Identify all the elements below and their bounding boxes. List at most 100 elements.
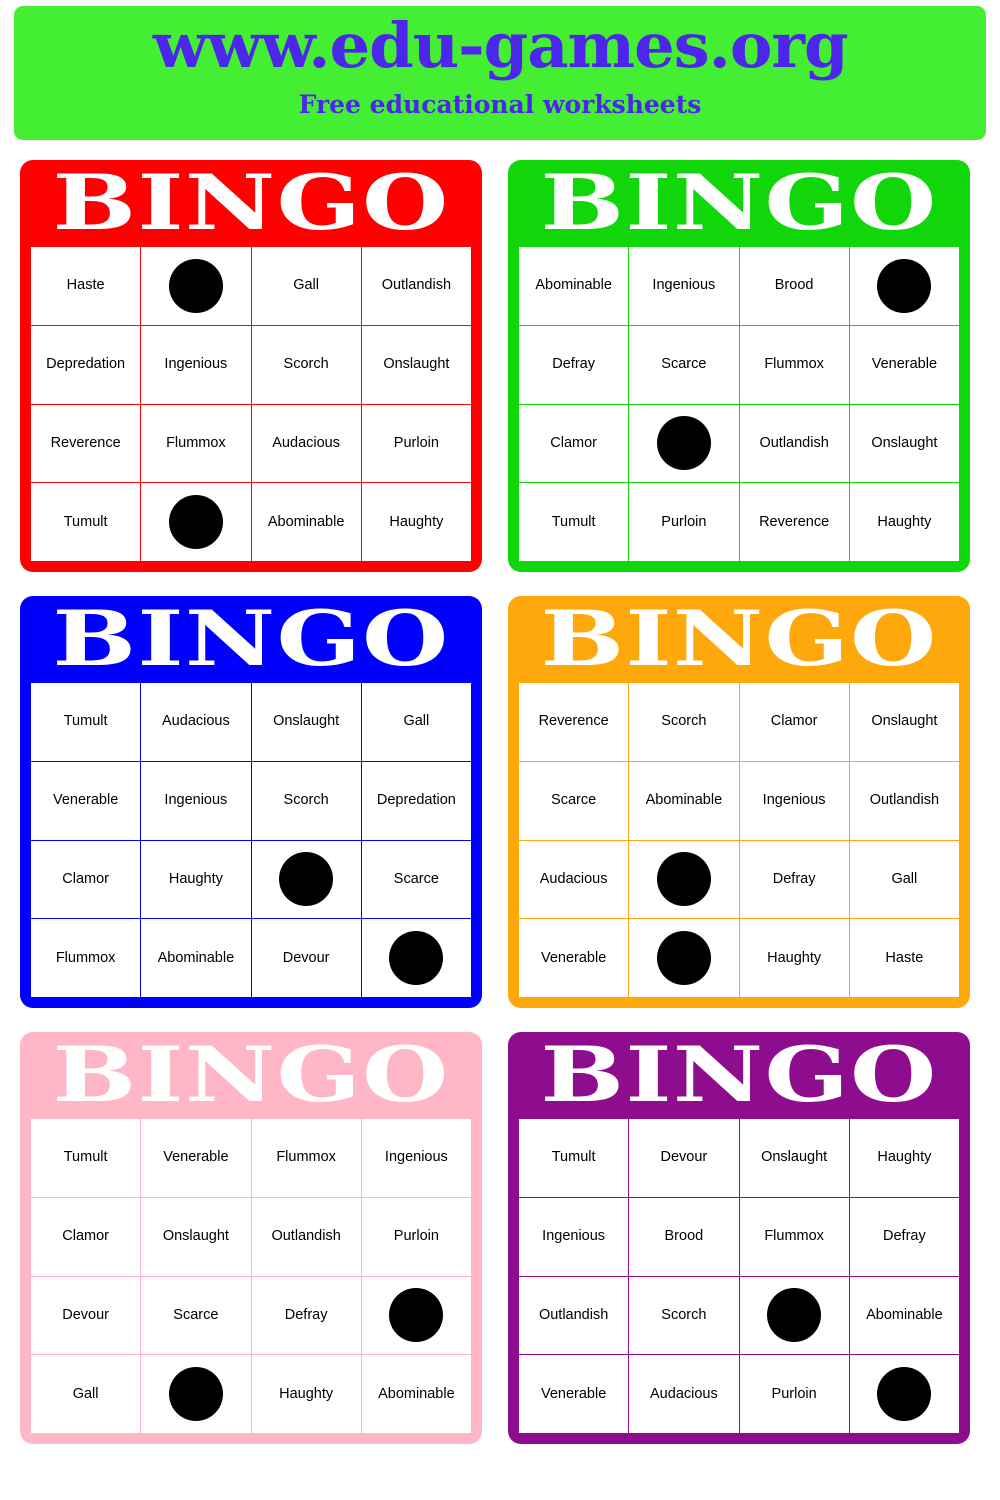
bingo-cell[interactable]: Outlandish — [251, 1197, 361, 1276]
bingo-cell[interactable]: Outlandish — [361, 247, 471, 325]
free-space-cell[interactable] — [629, 919, 739, 997]
bingo-cell[interactable]: Gall — [361, 683, 471, 761]
bingo-cell[interactable]: Purloin — [629, 483, 739, 561]
bingo-cell[interactable]: Clamor — [519, 404, 629, 483]
bingo-cell[interactable]: Outlandish — [849, 761, 959, 840]
bingo-cell[interactable]: Abominable — [251, 483, 361, 561]
bingo-cell[interactable]: Scorch — [251, 325, 361, 404]
bingo-cell[interactable]: Tumult — [31, 1119, 141, 1197]
bingo-cell[interactable]: Scarce — [141, 1276, 251, 1355]
bingo-cell[interactable]: Tumult — [31, 683, 141, 761]
bingo-cell[interactable]: Ingenious — [519, 1197, 629, 1276]
bingo-cell[interactable]: Onslaught — [849, 404, 959, 483]
bingo-cell[interactable]: Venerable — [519, 919, 629, 997]
bingo-cell[interactable]: Outlandish — [739, 404, 849, 483]
bingo-cell[interactable]: Clamor — [739, 683, 849, 761]
bingo-cell[interactable]: Scorch — [629, 1276, 739, 1355]
bingo-cell[interactable]: Abominable — [361, 1355, 471, 1433]
bingo-cell-label: Flummox — [276, 1149, 336, 1166]
bingo-cell[interactable]: Purloin — [739, 1355, 849, 1433]
bingo-cell[interactable]: Ingenious — [141, 325, 251, 404]
bingo-cell[interactable]: Audacious — [629, 1355, 739, 1433]
bingo-cell[interactable]: Audacious — [141, 683, 251, 761]
bingo-cell[interactable]: Haughty — [251, 1355, 361, 1433]
free-space-cell[interactable] — [739, 1276, 849, 1355]
bingo-cell[interactable]: Defray — [849, 1197, 959, 1276]
free-space-cell[interactable] — [849, 247, 959, 325]
bingo-cell[interactable]: Haughty — [849, 483, 959, 561]
bingo-cell[interactable]: Depredation — [361, 761, 471, 840]
card-purple: BINGO Tumult Devour Onslaught Haughty Ingenio… — [508, 1032, 970, 1444]
bingo-cell[interactable]: Haste — [849, 919, 959, 997]
bingo-cell[interactable]: Venerable — [141, 1119, 251, 1197]
bingo-cell[interactable]: Venerable — [519, 1355, 629, 1433]
bingo-cell[interactable]: Scarce — [361, 840, 471, 919]
bingo-cell[interactable]: Haughty — [849, 1119, 959, 1197]
bingo-cell[interactable]: Outlandish — [519, 1276, 629, 1355]
bingo-cell[interactable]: Haughty — [739, 919, 849, 997]
bingo-cell[interactable]: Devour — [251, 919, 361, 997]
bingo-cell[interactable]: Ingenious — [361, 1119, 471, 1197]
bingo-cell[interactable]: Haste — [31, 247, 141, 325]
bingo-cell[interactable]: Onslaught — [251, 683, 361, 761]
bingo-cell[interactable]: Ingenious — [629, 247, 739, 325]
free-space-cell[interactable] — [629, 840, 739, 919]
bingo-cell[interactable]: Brood — [629, 1197, 739, 1276]
bingo-cell[interactable]: Venerable — [31, 761, 141, 840]
bingo-cell[interactable]: Gall — [251, 247, 361, 325]
bingo-cell[interactable]: Abominable — [629, 761, 739, 840]
bingo-cell[interactable]: Brood — [739, 247, 849, 325]
bingo-cell[interactable]: Ingenious — [739, 761, 849, 840]
bingo-cell[interactable]: Onslaught — [141, 1197, 251, 1276]
bingo-cell[interactable]: Purloin — [361, 1197, 471, 1276]
bingo-cell[interactable]: Defray — [519, 325, 629, 404]
bingo-cell[interactable]: Scarce — [519, 761, 629, 840]
bingo-cell[interactable]: Scorch — [251, 761, 361, 840]
bingo-cell[interactable]: Flummox — [251, 1119, 361, 1197]
bingo-grid: Tumult Devour Onslaught Haughty Ingenious Bro… — [518, 1118, 960, 1434]
bingo-cell[interactable]: Reverence — [739, 483, 849, 561]
bingo-cell[interactable]: Devour — [629, 1119, 739, 1197]
bingo-cell[interactable]: Clamor — [31, 1197, 141, 1276]
bingo-cell[interactable]: Haughty — [141, 840, 251, 919]
bingo-cell[interactable]: Flummox — [739, 325, 849, 404]
bingo-cell[interactable]: Abominable — [519, 247, 629, 325]
bingo-cell-label: Devour — [282, 949, 330, 966]
bingo-cell[interactable]: Scorch — [629, 683, 739, 761]
bingo-cell[interactable]: Tumult — [31, 483, 141, 561]
bingo-cell[interactable]: Scarce — [629, 325, 739, 404]
bingo-cell[interactable]: Onslaught — [739, 1119, 849, 1197]
bingo-cell[interactable]: Reverence — [519, 683, 629, 761]
free-space-cell[interactable] — [629, 404, 739, 483]
bingo-cell[interactable]: Abominable — [849, 1276, 959, 1355]
bingo-cell[interactable]: Purloin — [361, 404, 471, 483]
bingo-cell[interactable]: Venerable — [849, 325, 959, 404]
bingo-cell[interactable]: Flummox — [739, 1197, 849, 1276]
bingo-cell[interactable]: Reverence — [31, 404, 141, 483]
bingo-cell[interactable]: Ingenious — [141, 761, 251, 840]
bingo-cell[interactable]: Abominable — [141, 919, 251, 997]
bingo-cell[interactable]: Audacious — [251, 404, 361, 483]
free-space-cell[interactable] — [141, 1355, 251, 1433]
bingo-cell[interactable]: Tumult — [519, 1119, 629, 1197]
bingo-cell[interactable]: Gall — [849, 840, 959, 919]
bingo-cell[interactable]: Audacious — [519, 840, 629, 919]
bingo-cell[interactable]: Depredation — [31, 325, 141, 404]
free-space-cell[interactable] — [361, 919, 471, 997]
bingo-cell[interactable]: Tumult — [519, 483, 629, 561]
bingo-cell[interactable]: Flummox — [141, 404, 251, 483]
free-space-cell[interactable] — [251, 840, 361, 919]
free-space-cell[interactable] — [141, 483, 251, 561]
bingo-cell[interactable]: Clamor — [31, 840, 141, 919]
bingo-cell[interactable]: Devour — [31, 1276, 141, 1355]
free-space-cell[interactable] — [141, 247, 251, 325]
free-space-cell[interactable] — [361, 1276, 471, 1355]
bingo-cell[interactable]: Defray — [739, 840, 849, 919]
bingo-cell[interactable]: Haughty — [361, 483, 471, 561]
bingo-cell[interactable]: Flummox — [31, 919, 141, 997]
bingo-cell[interactable]: Onslaught — [849, 683, 959, 761]
bingo-cell[interactable]: Onslaught — [361, 325, 471, 404]
bingo-cell[interactable]: Gall — [31, 1355, 141, 1433]
free-space-cell[interactable] — [849, 1355, 959, 1433]
bingo-cell[interactable]: Defray — [251, 1276, 361, 1355]
